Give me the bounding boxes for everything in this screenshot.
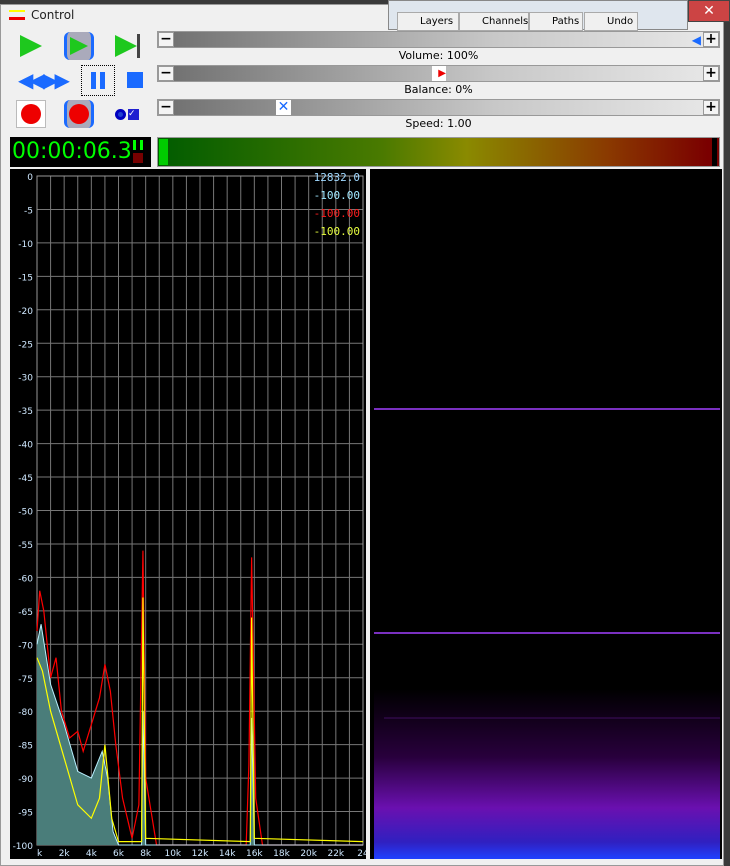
x-tick-label: k bbox=[37, 849, 43, 859]
x-tick-label: 12k bbox=[192, 849, 209, 859]
speed-increase-button[interactable]: + bbox=[703, 100, 719, 115]
legend-yellow: -100.00 bbox=[313, 225, 360, 238]
x-tick-label: 10k bbox=[164, 849, 181, 859]
y-tick-label: -50 bbox=[18, 508, 33, 518]
y-tick-label: -65 bbox=[18, 608, 33, 618]
balance-decrease-button[interactable]: − bbox=[158, 66, 174, 81]
record-to-file-button[interactable] bbox=[16, 100, 46, 128]
volume-speaker-icon: ◀ bbox=[691, 33, 701, 47]
y-tick-label: -35 bbox=[18, 407, 33, 417]
level-indicator-icon bbox=[133, 140, 143, 150]
y-tick-label: -15 bbox=[18, 273, 33, 283]
legend-red: -100.00 bbox=[313, 207, 360, 220]
x-tick-label: 20k bbox=[300, 849, 317, 859]
pause-button[interactable] bbox=[81, 65, 115, 96]
play-loop-icon bbox=[70, 37, 88, 55]
y-tick-label: -10 bbox=[18, 240, 33, 250]
balance-slider[interactable]: − ▶ + bbox=[157, 65, 720, 82]
balance-increase-button[interactable]: + bbox=[703, 66, 719, 81]
speed-thumb[interactable]: ✕ bbox=[276, 100, 291, 115]
y-tick-label: -5 bbox=[24, 206, 33, 216]
y-tick-label: -90 bbox=[18, 775, 33, 785]
rewind-icon[interactable]: ◀◀ bbox=[18, 68, 45, 92]
app-icon bbox=[9, 10, 25, 20]
y-tick-label: -20 bbox=[18, 307, 33, 317]
x-tick-label: 8k bbox=[140, 849, 152, 859]
stop-button[interactable] bbox=[120, 66, 150, 94]
rewind-forward-buttons[interactable]: ◀◀ ▶▶ bbox=[10, 66, 74, 94]
speed-label: Speed: 1.00 bbox=[405, 117, 472, 130]
x-tick-label: 24 bbox=[357, 849, 366, 859]
level-meter bbox=[157, 137, 720, 167]
record-loop-button[interactable] bbox=[64, 100, 94, 128]
y-tick-label: -100 bbox=[13, 842, 34, 852]
y-tick-label: -70 bbox=[18, 641, 33, 651]
x-tick-label: 16k bbox=[246, 849, 263, 859]
record-options-button[interactable]: ✓ bbox=[112, 100, 142, 128]
y-tick-label: -60 bbox=[18, 574, 33, 584]
checkbox-icon: ✓ bbox=[128, 108, 139, 120]
play-icon bbox=[20, 35, 42, 57]
y-tick-label: -55 bbox=[18, 541, 33, 551]
speed-decrease-button[interactable]: − bbox=[158, 100, 174, 115]
tab-channels[interactable]: Channels bbox=[459, 12, 529, 31]
record-dot-icon bbox=[115, 108, 126, 120]
title-bar: Control bbox=[9, 8, 74, 22]
volume-label: Volume: 100% bbox=[398, 49, 479, 62]
tab-paths[interactable]: Paths bbox=[529, 12, 583, 31]
play-next-button[interactable] bbox=[112, 32, 142, 60]
play-next-icon bbox=[114, 35, 137, 57]
x-tick-label: 18k bbox=[273, 849, 290, 859]
volume-decrease-button[interactable]: − bbox=[158, 32, 174, 47]
record-icon bbox=[21, 104, 41, 124]
tab-undo[interactable]: Undo bbox=[584, 12, 638, 31]
tab-layers[interactable]: Layers bbox=[397, 12, 459, 31]
time-readout: 00:00:06.3 bbox=[12, 139, 132, 164]
pause-icon bbox=[91, 72, 105, 89]
legend-cyan: -100.00 bbox=[313, 189, 360, 202]
x-tick-label: 4k bbox=[86, 849, 98, 859]
play-loop-button[interactable] bbox=[64, 32, 94, 60]
spectrum-analyzer: 0 -5 -10 -15 -20 -25 -30 -35 -40 -45 -50 -55 -60 -65 -… bbox=[10, 169, 369, 859]
y-tick-label: -40 bbox=[18, 441, 33, 451]
close-button[interactable]: ✕ bbox=[688, 0, 730, 22]
fast-forward-icon[interactable]: ▶▶ bbox=[43, 68, 70, 92]
y-tick-label: -45 bbox=[18, 474, 33, 484]
play-button[interactable] bbox=[16, 32, 46, 60]
time-display: 00:00:06.3 bbox=[10, 137, 151, 167]
stop-icon bbox=[127, 72, 143, 88]
x-tick-label: 2k bbox=[59, 849, 71, 859]
y-tick-label: -25 bbox=[18, 340, 33, 350]
balance-thumb[interactable]: ▶ bbox=[432, 66, 446, 81]
clip-indicator-icon bbox=[133, 153, 143, 163]
balance-label: Balance: 0% bbox=[404, 83, 473, 96]
volume-increase-button[interactable]: + bbox=[703, 32, 719, 47]
spectrogram bbox=[370, 169, 722, 859]
x-tick-label: 22k bbox=[327, 849, 344, 859]
speed-slider[interactable]: − ✕ + bbox=[157, 99, 720, 116]
volume-slider[interactable]: − ◀ + bbox=[157, 31, 720, 48]
y-tick-label: -85 bbox=[18, 742, 33, 752]
record-loop-icon bbox=[69, 104, 89, 124]
x-tick-label: 6k bbox=[113, 849, 125, 859]
y-tick-label: -95 bbox=[18, 809, 33, 819]
y-tick-label: 0 bbox=[27, 173, 33, 183]
legend-frequency: 12832.0 bbox=[313, 171, 360, 184]
spectrum-chart: 0 -5 -10 -15 -20 -25 -30 -35 -40 -45 -50 -55 -60 -65 -… bbox=[13, 173, 369, 859]
y-tick-label: -80 bbox=[18, 708, 33, 718]
window-title: Control bbox=[31, 8, 75, 22]
y-tick-label: -30 bbox=[18, 374, 33, 384]
x-tick-label: 14k bbox=[219, 849, 236, 859]
background-layers-window: Layers Channels Paths Undo bbox=[388, 0, 688, 31]
y-tick-label: -75 bbox=[18, 675, 33, 685]
